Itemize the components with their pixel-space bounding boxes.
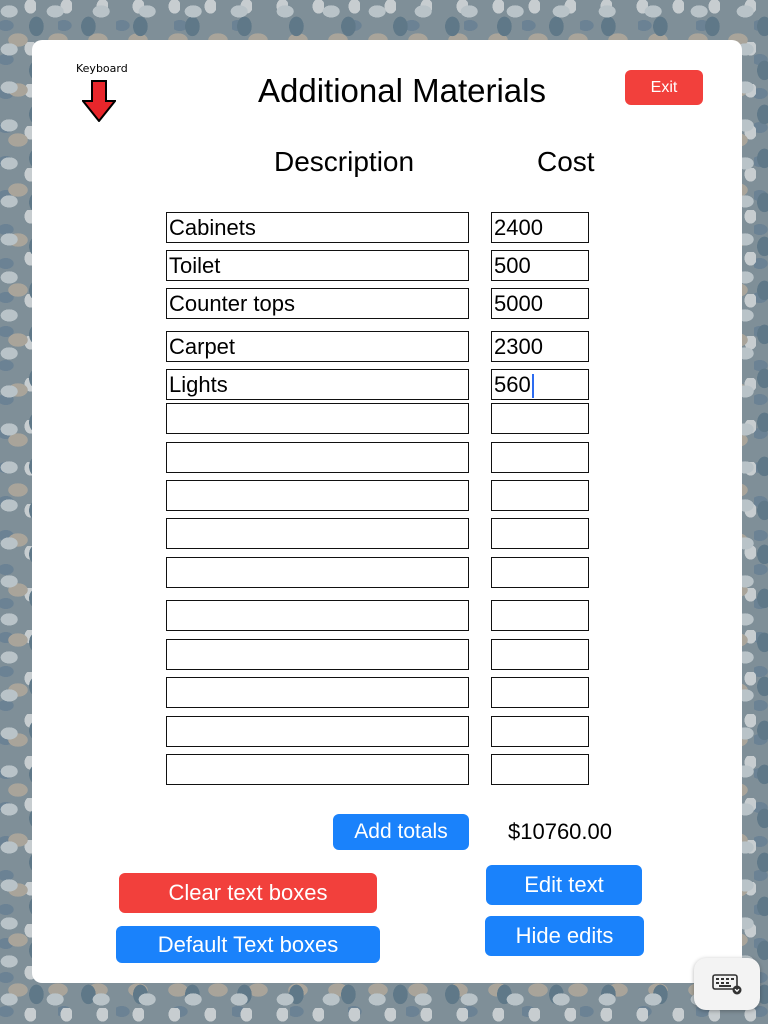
description-field[interactable]: Carpet bbox=[166, 331, 469, 362]
default-text-boxes-button[interactable]: Default Text boxes bbox=[116, 926, 380, 963]
description-field[interactable] bbox=[166, 403, 469, 434]
description-field[interactable] bbox=[166, 557, 469, 588]
edit-text-button[interactable]: Edit text bbox=[486, 865, 642, 905]
exit-button[interactable]: Exit bbox=[625, 70, 703, 105]
cost-field[interactable]: 500 bbox=[491, 250, 589, 281]
cost-field[interactable] bbox=[491, 639, 589, 670]
cost-field[interactable] bbox=[491, 480, 589, 511]
description-field[interactable] bbox=[166, 600, 469, 631]
description-field[interactable] bbox=[166, 716, 469, 747]
description-field[interactable] bbox=[166, 754, 469, 785]
cost-field[interactable] bbox=[491, 677, 589, 708]
description-field[interactable]: Toilet bbox=[166, 250, 469, 281]
cost-field[interactable]: 2300 bbox=[491, 331, 589, 362]
description-field[interactable] bbox=[166, 677, 469, 708]
cost-field-value: 560 bbox=[494, 372, 531, 397]
cost-field[interactable] bbox=[491, 442, 589, 473]
description-field[interactable]: Lights bbox=[166, 369, 469, 400]
keyboard-icon bbox=[712, 974, 742, 995]
cost-field[interactable] bbox=[491, 518, 589, 549]
description-field[interactable]: Counter tops bbox=[166, 288, 469, 319]
cost-field[interactable] bbox=[491, 557, 589, 588]
cost-header: Cost bbox=[537, 146, 595, 177]
description-field[interactable] bbox=[166, 518, 469, 549]
cost-field[interactable] bbox=[491, 716, 589, 747]
add-totals-button[interactable]: Add totals bbox=[333, 814, 469, 850]
description-field[interactable] bbox=[166, 639, 469, 670]
cost-field[interactable] bbox=[491, 403, 589, 434]
cost-field[interactable]: 5000 bbox=[491, 288, 589, 319]
text-caret bbox=[531, 374, 534, 399]
description-header: Description bbox=[274, 146, 415, 177]
keyboard-toggle-button[interactable] bbox=[694, 958, 760, 1010]
cost-field-active[interactable]: 560 bbox=[491, 369, 589, 400]
cost-field[interactable] bbox=[491, 600, 589, 631]
description-field[interactable]: Cabinets bbox=[166, 212, 469, 243]
materials-panel: Keyboard Additional Materials Exit Descr… bbox=[32, 40, 742, 983]
description-field[interactable] bbox=[166, 442, 469, 473]
hide-edits-button[interactable]: Hide edits bbox=[485, 916, 644, 956]
clear-text-boxes-button[interactable]: Clear text boxes bbox=[119, 873, 377, 913]
cost-field[interactable]: 2400 bbox=[491, 212, 589, 243]
description-field[interactable] bbox=[166, 480, 469, 511]
cost-field[interactable] bbox=[491, 754, 589, 785]
total-value: $10760.00 bbox=[508, 819, 612, 844]
